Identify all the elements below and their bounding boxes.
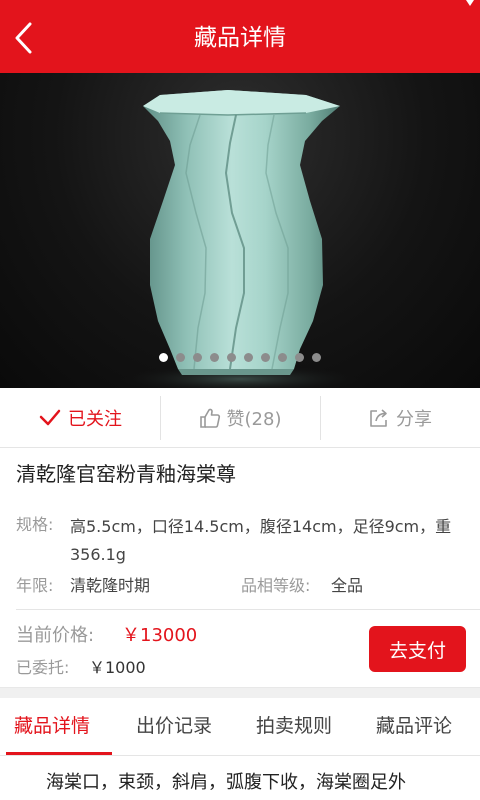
- grade-label: 品相等级:: [241, 576, 311, 595]
- item-description: 海棠口，束颈，斜肩，弧腹下收，海棠圈足外: [46, 772, 406, 793]
- like-button[interactable]: 赞(28): [160, 388, 320, 448]
- grade-value: 全品: [331, 576, 364, 595]
- slide-dot[interactable]: [278, 353, 287, 362]
- deposit-label: 已委托:: [16, 658, 70, 677]
- era-value: 清乾隆时期: [70, 576, 151, 595]
- slide-dot[interactable]: [159, 353, 168, 362]
- spec-value: 高5.5cm，口径14.5cm，腹径14cm，足径9cm，重356.1g: [70, 517, 452, 564]
- slide-dot[interactable]: [176, 353, 185, 362]
- tab-item-details[interactable]: 藏品详情: [14, 712, 90, 740]
- slide-dot[interactable]: [312, 353, 321, 362]
- deposit-value: ￥1000: [89, 658, 146, 677]
- tab-bid-records[interactable]: 出价记录: [136, 712, 212, 740]
- spec-label: 规格:: [16, 515, 54, 534]
- current-price-label: 当前价格:: [16, 625, 95, 646]
- status-mark-icon: [466, 0, 474, 6]
- tab-item-comments[interactable]: 藏品评论: [376, 712, 452, 740]
- action-bar: 已关注 赞(28) 分享: [0, 388, 480, 448]
- checkmark-icon: [39, 409, 61, 426]
- item-image-gallery[interactable]: [0, 73, 480, 388]
- gallery-pagination: [0, 353, 480, 367]
- share-label: 分享: [396, 409, 432, 430]
- page-title: 藏品详情: [194, 25, 286, 51]
- like-label: 赞(28): [226, 409, 282, 430]
- divider: [16, 609, 480, 610]
- thumbs-up-icon: [199, 408, 220, 428]
- pay-button[interactable]: 去支付: [369, 626, 466, 672]
- top-bar: 藏品详情: [0, 0, 480, 73]
- slide-dot[interactable]: [261, 353, 270, 362]
- follow-button[interactable]: 已关注: [0, 388, 160, 448]
- slide-dot[interactable]: [210, 353, 219, 362]
- share-icon: [370, 409, 387, 427]
- tab-auction-rules[interactable]: 拍卖规则: [256, 712, 332, 740]
- current-price-value: ￥13000: [122, 625, 198, 646]
- slide-dot[interactable]: [227, 353, 236, 362]
- slide-dot[interactable]: [295, 353, 304, 362]
- vase-image: [120, 90, 360, 388]
- active-tab-indicator: [6, 752, 112, 755]
- era-label: 年限:: [16, 576, 54, 595]
- section-gap: [0, 687, 480, 698]
- share-button[interactable]: 分享: [320, 388, 480, 448]
- slide-dot[interactable]: [244, 353, 253, 362]
- slide-dot[interactable]: [193, 353, 202, 362]
- item-name: 清乾隆官窑粉青釉海棠尊: [16, 462, 236, 486]
- follow-label: 已关注: [68, 409, 122, 430]
- detail-tabs: 藏品详情 出价记录 拍卖规则 藏品评论: [0, 698, 480, 756]
